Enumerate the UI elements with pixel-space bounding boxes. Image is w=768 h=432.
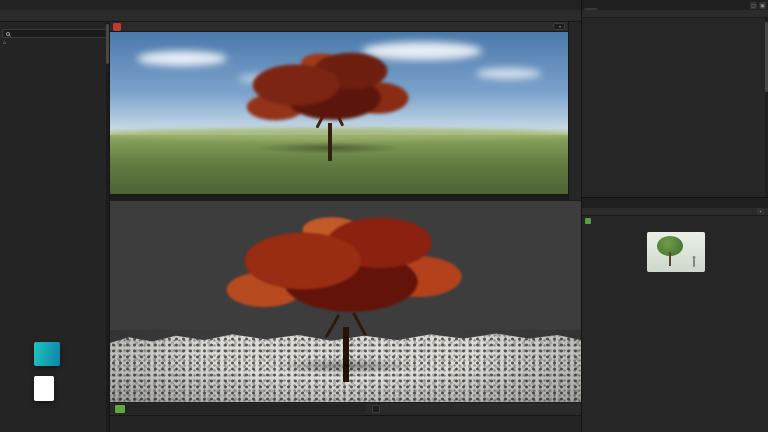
search-icon — [6, 32, 10, 36]
redshift-logo-icon — [113, 23, 121, 31]
object-tree — [582, 18, 768, 197]
section-header — [582, 274, 768, 277]
timeline-ruler[interactable] — [114, 404, 366, 414]
video-title-card — [34, 376, 54, 401]
plant-object-icon — [585, 218, 591, 224]
main-toolbar — [0, 10, 581, 22]
tree-foliage — [245, 43, 415, 143]
asset-search-input[interactable] — [2, 29, 107, 38]
tree-foliage — [226, 209, 466, 339]
asset-grid — [0, 47, 109, 432]
plant-preview-label — [585, 232, 643, 272]
home-icon: ⌂ — [3, 40, 6, 46]
render-view-toolbar: ▾ — [110, 22, 568, 32]
animation-toolbar — [110, 415, 581, 432]
maple-tree-render — [245, 43, 415, 163]
end-frame-field[interactable] — [372, 405, 380, 413]
viewport[interactable] — [110, 200, 581, 402]
render-view: ▾ — [110, 22, 568, 200]
playhead[interactable] — [115, 405, 125, 413]
attributes-panel: ▪ — [581, 197, 768, 432]
objects-panel: ▢ ▣ — [581, 0, 768, 197]
cloud — [476, 68, 541, 79]
tree-shadow — [271, 358, 421, 374]
rendered-image[interactable] — [110, 32, 568, 194]
menu-bar — [0, 0, 581, 10]
asset-browser: ⌂ — [0, 22, 110, 432]
chevron-down-icon: ▾ — [559, 24, 561, 29]
timeline — [110, 402, 581, 415]
panel-options-icon[interactable]: ▣ — [759, 2, 766, 9]
size-mode-dropdown[interactable]: ▾ — [553, 23, 565, 30]
capsules-badge — [34, 342, 60, 366]
scale-person-silhouette — [693, 259, 696, 267]
panel-menu-icon[interactable]: ▢ — [750, 2, 757, 9]
plant-preview-image[interactable] — [647, 232, 705, 272]
view-side-toolbar — [568, 22, 581, 200]
asset-scrollbar[interactable] — [106, 22, 109, 432]
lock-icon[interactable]: ▪ — [757, 208, 764, 215]
